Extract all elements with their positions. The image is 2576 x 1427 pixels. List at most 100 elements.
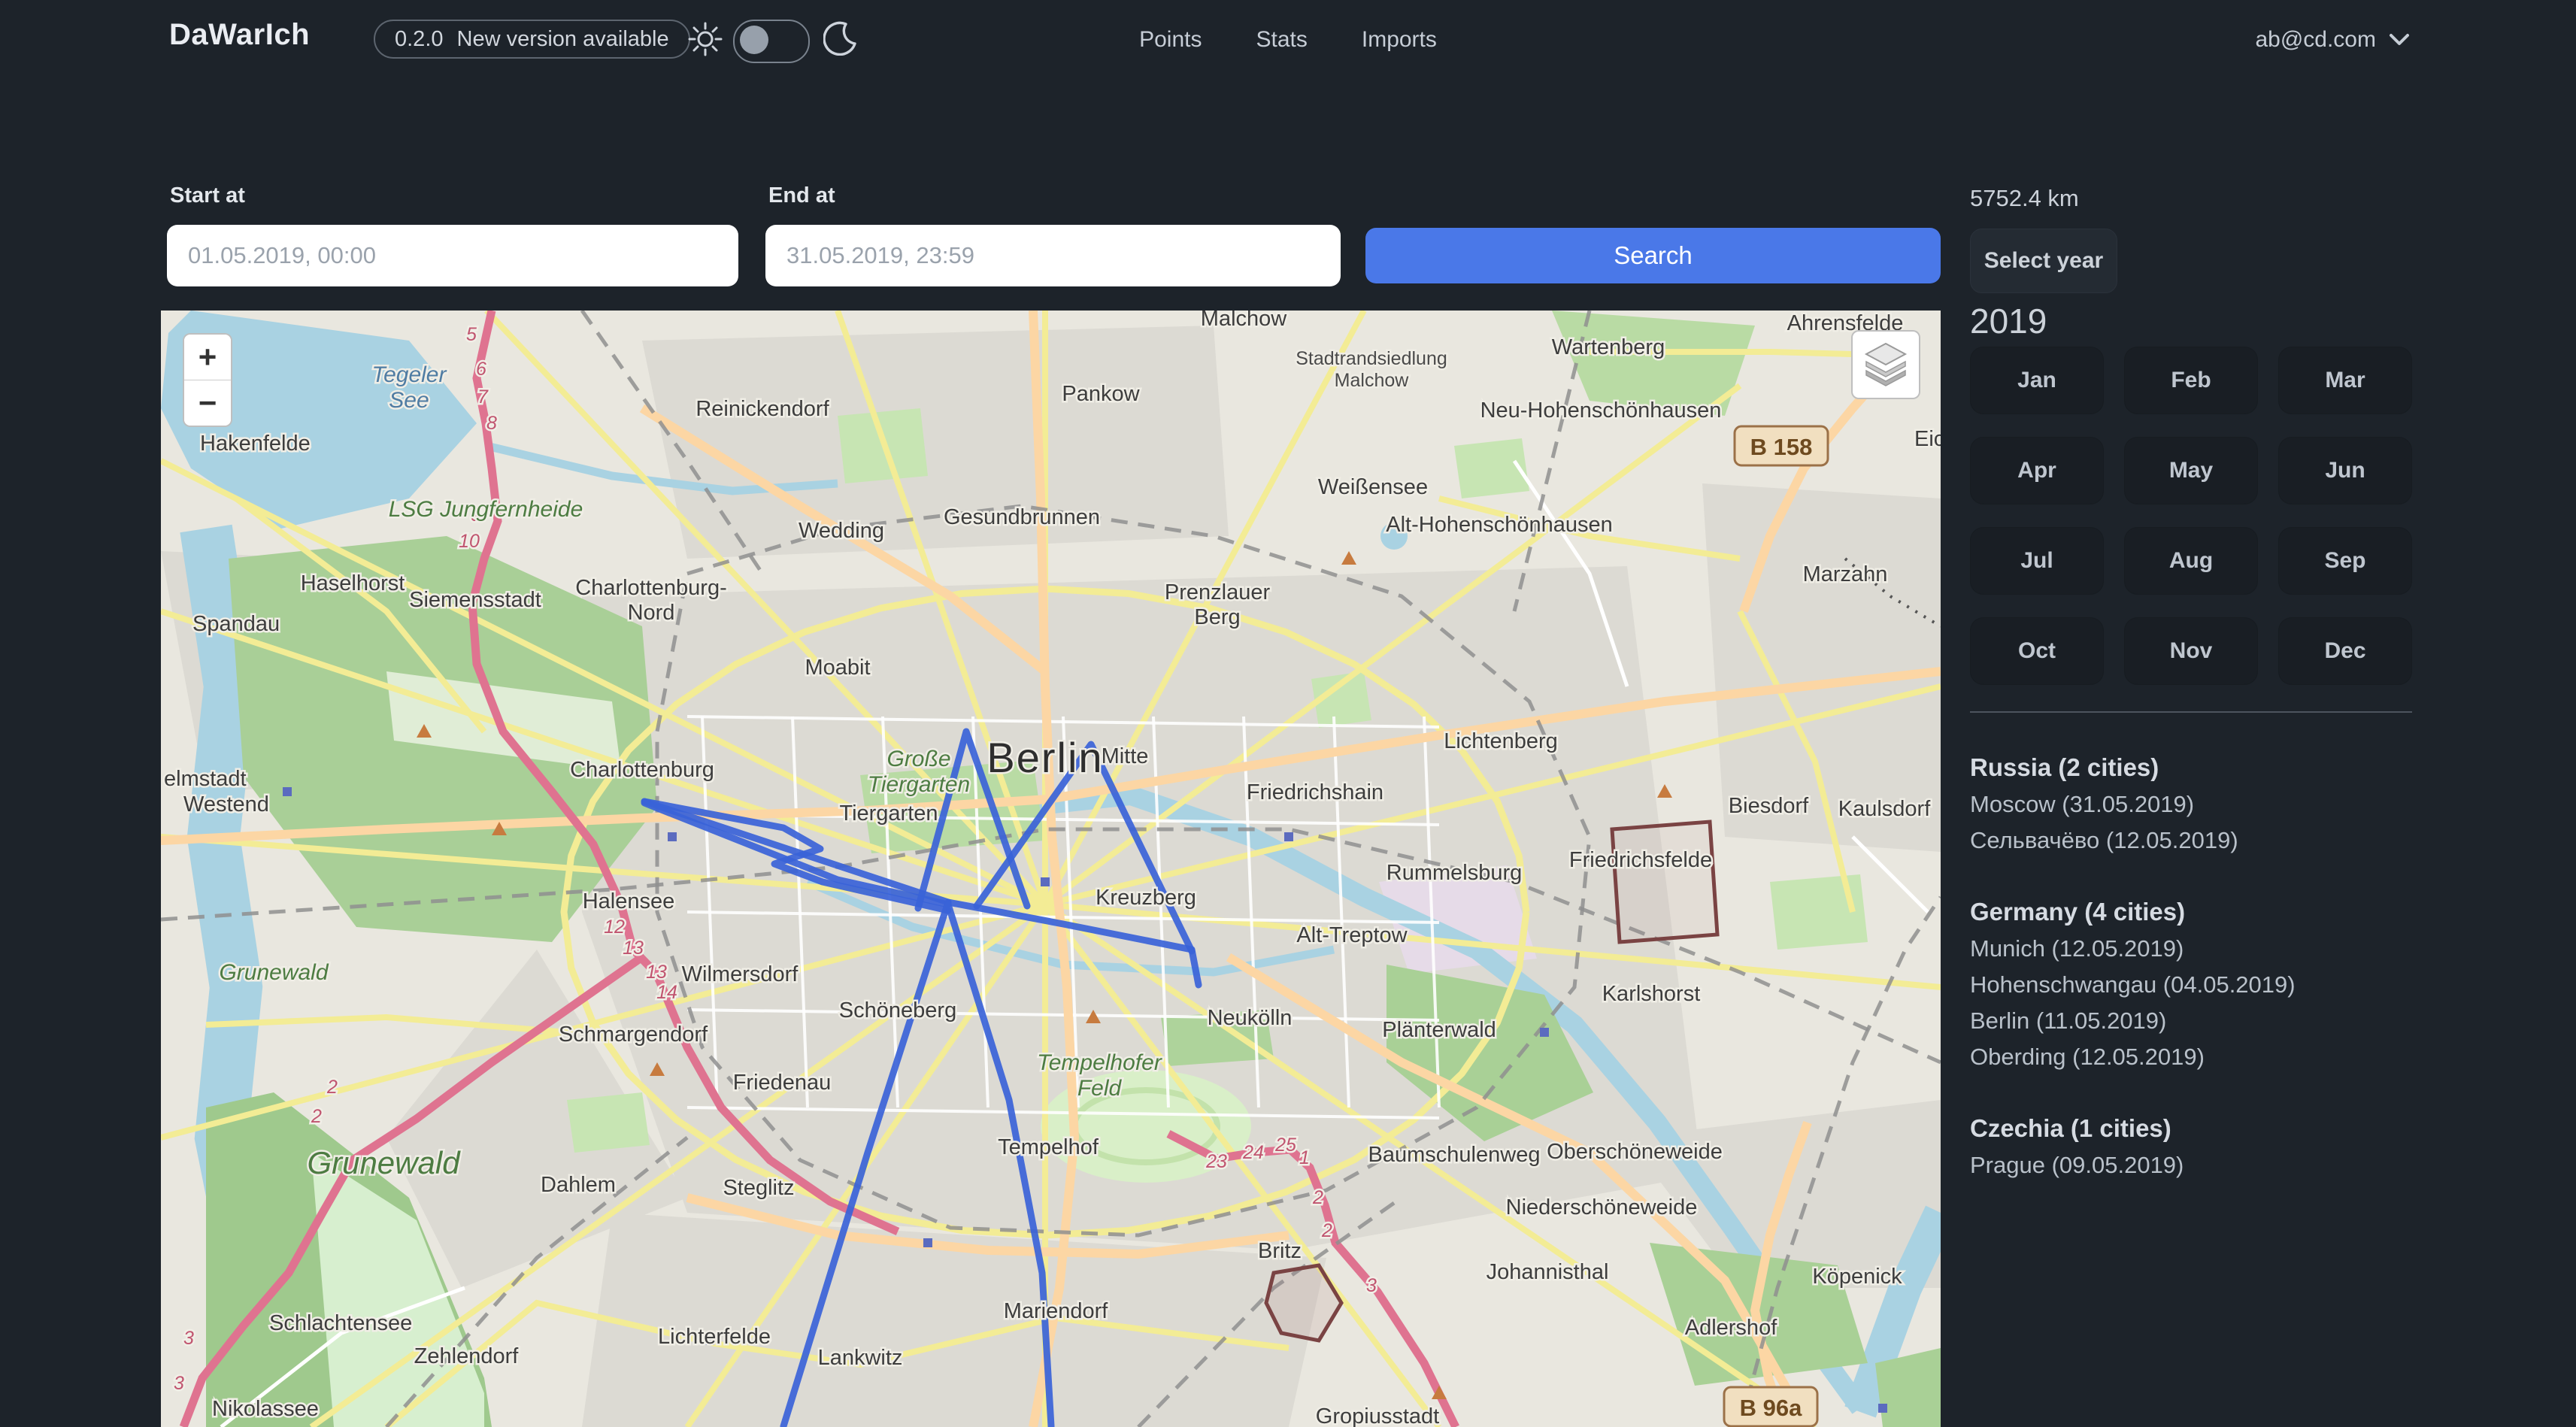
map-label: elmstadt	[164, 767, 247, 791]
sidebar-divider	[1970, 711, 2412, 713]
country-group: Russia (2 cities)Moscow (31.05.2019)Сель…	[1970, 749, 2496, 859]
layers-control[interactable]	[1851, 330, 1920, 399]
end-at-input[interactable]	[765, 225, 1341, 286]
exit-number: 2	[326, 1077, 338, 1098]
zoom-in-button[interactable]: +	[184, 335, 231, 380]
month-button-may[interactable]: May	[2124, 437, 2258, 504]
city-item: Moscow (31.05.2019)	[1970, 786, 2496, 823]
map-label: Niederschöneweide	[1506, 1195, 1698, 1219]
year-heading: 2019	[1970, 301, 2047, 341]
exit-number: 3	[174, 1373, 184, 1394]
exit-number: 3	[183, 1328, 194, 1349]
map-label: Charlottenburg	[570, 758, 714, 782]
map-label: Pankow	[1062, 382, 1140, 406]
month-button-dec[interactable]: Dec	[2278, 617, 2412, 685]
map-label: Reinickendorf	[696, 397, 829, 421]
map-label: Tiergarten	[839, 801, 938, 826]
map-label: Westend	[183, 792, 269, 817]
exit-number: 8	[486, 413, 497, 434]
theme-toggle[interactable]	[733, 20, 810, 63]
map-label: Moabit	[805, 656, 870, 680]
city-item: Prague (09.05.2019)	[1970, 1147, 2496, 1183]
exit-number: 5	[466, 324, 477, 345]
country-name: Germany (4 cities)	[1970, 893, 2496, 931]
road-badge-label: B 96a	[1740, 1395, 1802, 1421]
nav-imports[interactable]: Imports	[1362, 27, 1437, 53]
exit-number: 12	[604, 916, 625, 938]
map-label: Neukölln	[1208, 1006, 1293, 1030]
city-item: Hohenschwangau (04.05.2019)	[1970, 967, 2496, 1003]
map-label: Gesundbrunnen	[944, 505, 1100, 529]
exit-number: 3	[1366, 1275, 1377, 1296]
map[interactable]: 56789101213131422332324251223B 158B 96aT…	[161, 311, 1941, 1427]
map-label: Karlshorst	[1602, 982, 1701, 1006]
map-label: Haselhorst	[301, 571, 405, 595]
city-item: Oberding (12.05.2019)	[1970, 1039, 2496, 1075]
user-menu[interactable]: ab@cd.com	[2255, 0, 2411, 80]
month-button-apr[interactable]: Apr	[1970, 437, 2104, 504]
map-label: Eiche	[1914, 427, 1941, 451]
map-label: Weißensee	[1318, 475, 1428, 499]
start-at-input[interactable]	[167, 225, 738, 286]
map-label: LSG Jungfernheide	[389, 497, 583, 522]
map-label: Spandau	[192, 612, 280, 636]
map-label: Mitte	[1102, 744, 1149, 768]
nav-stats[interactable]: Stats	[1256, 27, 1307, 53]
month-button-feb[interactable]: Feb	[2124, 347, 2258, 414]
month-button-oct[interactable]: Oct	[1970, 617, 2104, 685]
month-button-mar[interactable]: Mar	[2278, 347, 2412, 414]
month-button-aug[interactable]: Aug	[2124, 527, 2258, 595]
version-note: New version available	[457, 27, 669, 52]
zoom-out-button[interactable]: −	[184, 380, 231, 426]
exit-number: 1	[1299, 1147, 1310, 1168]
map-label: Halensee	[583, 889, 675, 913]
exit-number: 13	[646, 962, 667, 983]
select-year-button[interactable]: Select year	[1970, 229, 2117, 293]
country-group: Germany (4 cities)Munich (12.05.2019)Hoh…	[1970, 893, 2496, 1075]
map-label: Zehlendorf	[414, 1344, 520, 1368]
map-label: Mariendorf	[1004, 1299, 1109, 1323]
map-label: Friedrichsfelde	[1569, 848, 1712, 872]
city-item: Сельвачёво (12.05.2019)	[1970, 823, 2496, 859]
exit-number: 23	[1205, 1151, 1227, 1172]
exit-number: 13	[623, 938, 644, 959]
app-logo[interactable]: DaWarIch	[169, 18, 310, 52]
map-label: Schmargendorf	[559, 1023, 708, 1047]
city-item: Munich (12.05.2019)	[1970, 931, 2496, 967]
map-label: Oberschöneweide	[1547, 1140, 1723, 1164]
layers-icon	[1862, 341, 1910, 389]
road-badge-label: B 158	[1750, 434, 1813, 460]
end-at-label: End at	[768, 183, 835, 208]
start-at-label: Start at	[170, 183, 245, 208]
exit-number: 25	[1274, 1135, 1296, 1156]
chevron-down-icon	[2388, 32, 2411, 47]
country-name: Czechia (1 cities)	[1970, 1110, 2496, 1147]
month-button-nov[interactable]: Nov	[2124, 617, 2258, 685]
countries-list: Russia (2 cities)Moscow (31.05.2019)Сель…	[1970, 749, 2496, 1183]
map-label: Baumschulenweg	[1368, 1143, 1541, 1167]
map-label: Schlachtensee	[269, 1311, 412, 1335]
map-label: Berlin	[986, 734, 1103, 781]
map-label: Lichtenberg	[1444, 729, 1558, 753]
map-label: Marzahn	[1803, 562, 1888, 586]
toggle-knob	[740, 26, 768, 54]
map-label: Wilmersdorf	[682, 962, 799, 986]
month-button-jun[interactable]: Jun	[2278, 437, 2412, 504]
exit-number: 24	[1242, 1142, 1264, 1163]
month-button-jul[interactable]: Jul	[1970, 527, 2104, 595]
search-button[interactable]: Search	[1365, 228, 1941, 283]
user-email: ab@cd.com	[2255, 27, 2376, 53]
nav-points[interactable]: Points	[1139, 27, 1202, 53]
version-badge[interactable]: 0.2.0 New version available	[374, 20, 690, 59]
map-label: Siemensstadt	[409, 588, 541, 612]
month-button-sep[interactable]: Sep	[2278, 527, 2412, 595]
map-label: Malchow	[1201, 311, 1287, 331]
city-item: Berlin (11.05.2019)	[1970, 1003, 2496, 1039]
map-label: Kaulsdorf	[1838, 797, 1931, 821]
map-label: Steglitz	[723, 1176, 794, 1200]
exit-number: 2	[1312, 1187, 1323, 1208]
exit-number: 6	[476, 359, 486, 380]
map-label: Alt-Treptow	[1296, 923, 1408, 947]
exit-number: 2	[1321, 1220, 1332, 1241]
month-button-jan[interactable]: Jan	[1970, 347, 2104, 414]
